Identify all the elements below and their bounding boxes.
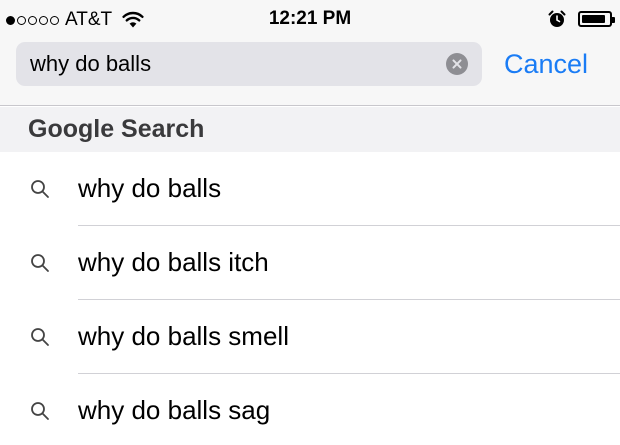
cancel-button[interactable]: Cancel xyxy=(504,40,588,88)
section-header: Google Search xyxy=(0,107,620,152)
suggestion-item[interactable]: why do balls sag xyxy=(0,374,620,445)
suggestion-label: why do balls sag xyxy=(78,395,271,425)
search-input[interactable] xyxy=(30,42,440,86)
battery-tip xyxy=(612,17,615,23)
section-title: Google Search xyxy=(28,115,205,143)
status-bar: AT&T 12:21 PM xyxy=(0,0,620,38)
search-icon xyxy=(31,180,49,198)
suggestion-label: why do balls xyxy=(78,173,222,203)
battery-icon xyxy=(578,11,615,27)
clear-icon[interactable] xyxy=(446,53,468,75)
search-bar: Cancel xyxy=(0,40,620,90)
suggestion-list: why do balls why do balls itch why do ba… xyxy=(0,152,620,445)
suggestion-item[interactable]: why do balls xyxy=(0,152,620,226)
status-time: 12:21 PM xyxy=(268,8,352,29)
suggestion-item[interactable]: why do balls itch xyxy=(0,226,620,300)
suggestion-label: why do balls itch xyxy=(78,247,269,277)
search-icon xyxy=(31,402,49,420)
search-icon xyxy=(31,254,49,272)
search-icon xyxy=(31,328,49,346)
search-field[interactable] xyxy=(16,42,482,86)
alarm-icon xyxy=(548,10,566,27)
suggestion-label: why do balls smell xyxy=(78,321,289,351)
header-area: AT&T 12:21 PM Cancel xyxy=(0,0,620,106)
status-right xyxy=(548,10,615,28)
suggestion-item[interactable]: why do balls smell xyxy=(0,300,620,374)
battery-fill xyxy=(582,15,606,23)
